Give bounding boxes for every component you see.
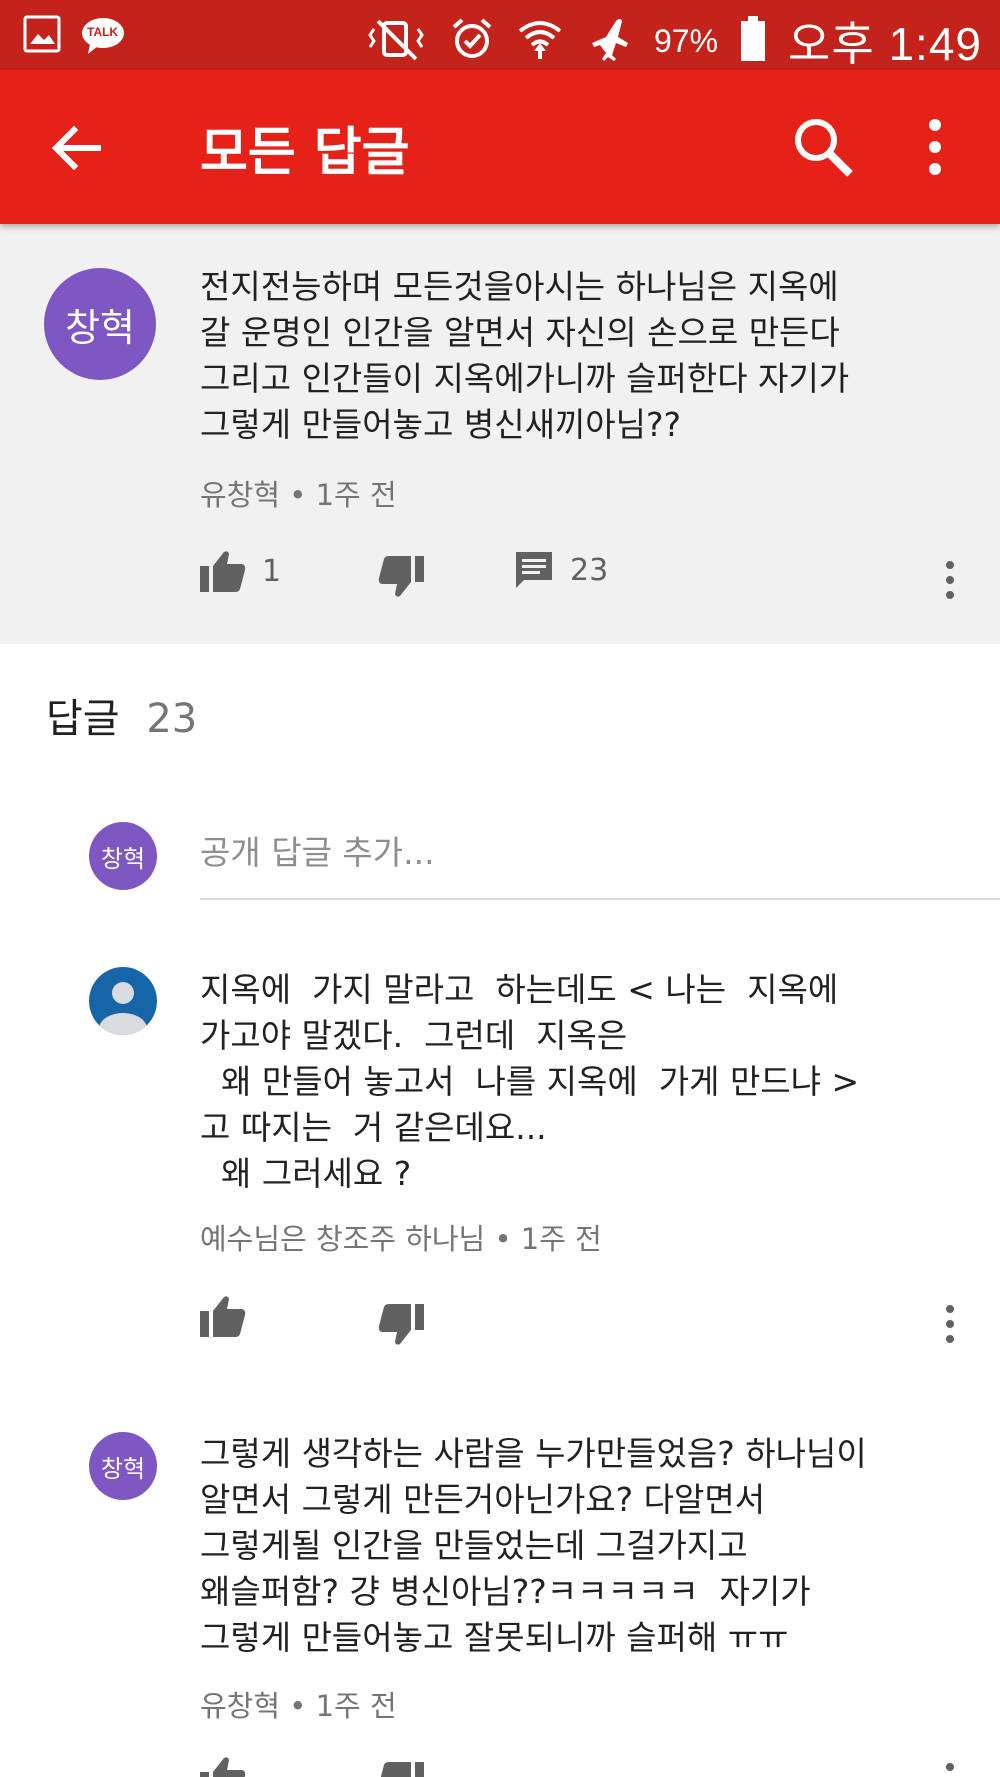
thumbs-down-icon xyxy=(378,1304,424,1345)
app-bar: 모든 답글 xyxy=(0,70,1000,224)
dislike-button[interactable] xyxy=(378,1304,424,1346)
dislike-button[interactable] xyxy=(378,1762,424,1777)
gallery-icon xyxy=(22,14,62,58)
meta-separator: • xyxy=(494,1222,521,1256)
like-button[interactable] xyxy=(200,1295,246,1337)
thumbs-up-icon xyxy=(200,1296,246,1337)
airplane-icon xyxy=(586,17,632,65)
alarm-icon xyxy=(450,17,494,65)
reply-count: 23 xyxy=(570,552,609,588)
like-button[interactable]: 1 xyxy=(200,550,281,592)
avatar: 창혁 xyxy=(89,822,157,890)
comment-text: 전지전능하며 모든것을아시는 하나님은 지옥에 갈 운명인 인간을 알면서 자신… xyxy=(200,267,850,444)
reply-text: 그렇게 생각하는 사람을 누가만들었음? 하나님이 알면서 그렇게 만든거아닌가… xyxy=(200,1434,867,1657)
reply-author[interactable]: 예수님은 창조주 하나님 xyxy=(200,1222,485,1256)
thumbs-up-icon xyxy=(200,1757,246,1777)
reply-time: 1주 전 xyxy=(520,1222,602,1256)
like-count: 1 xyxy=(262,553,282,589)
battery-percent: 97% xyxy=(654,22,719,59)
vibrate-off-icon xyxy=(364,17,428,65)
reply-time: 1주 전 xyxy=(315,1689,397,1723)
comment-icon xyxy=(516,552,552,588)
comment-meta: 유창혁 • 1주 전 xyxy=(200,472,397,514)
reply-input[interactable]: 공개 답글 추가... xyxy=(200,826,435,874)
default-user-avatar-icon[interactable] xyxy=(89,967,157,1035)
reply-meta: 예수님은 창조주 하나님 • 1주 전 xyxy=(200,1216,602,1258)
reply-more-icon[interactable] xyxy=(940,1762,960,1777)
status-bar-left: TALK xyxy=(22,14,126,58)
kakaotalk-label: TALK xyxy=(87,25,119,39)
more-options-icon[interactable] xyxy=(910,114,960,180)
reply-more-icon[interactable] xyxy=(940,1304,960,1354)
avatar[interactable]: 창혁 xyxy=(89,1432,157,1500)
thumbs-up-icon xyxy=(200,551,246,592)
comment-more-icon[interactable] xyxy=(940,560,960,610)
status-bar-right: 97% 오후 1:49 xyxy=(364,8,982,74)
replies-label: 답글 xyxy=(46,696,120,742)
search-icon[interactable] xyxy=(790,114,856,180)
reply-count-button[interactable]: 23 xyxy=(514,550,608,590)
dislike-button[interactable] xyxy=(378,556,424,598)
like-button[interactable] xyxy=(200,1756,246,1777)
meta-separator: • xyxy=(289,478,316,512)
parent-comment: 창혁 전지전능하며 모든것을아시는 하나님은 지옥에 갈 운명인 인간을 알면서… xyxy=(0,224,1000,644)
reply-meta: 유창혁 • 1주 전 xyxy=(200,1683,397,1725)
comment-author[interactable]: 유창혁 xyxy=(200,478,280,512)
kakaotalk-icon: TALK xyxy=(80,16,126,56)
reply-author[interactable]: 유창혁 xyxy=(200,1689,280,1723)
thumbs-down-icon xyxy=(380,1762,424,1777)
avatar[interactable]: 창혁 xyxy=(44,268,156,380)
back-arrow-icon[interactable] xyxy=(48,118,108,178)
reply-text: 지옥에 가지 말라고 하는데도 < 나는 지옥에 가고야 말겠다. 그런데 지옥… xyxy=(200,970,860,1193)
wifi-icon xyxy=(516,17,564,65)
replies-header: 답글 23 xyxy=(46,686,197,744)
comment-time: 1주 전 xyxy=(315,478,397,512)
battery-icon xyxy=(740,16,766,66)
meta-separator: • xyxy=(289,1689,316,1723)
page-title: 모든 답글 xyxy=(200,123,410,183)
reply-input-underline xyxy=(200,898,1000,900)
replies-count: 23 xyxy=(146,696,198,742)
status-bar: TALK 97% 오후 1:49 xyxy=(0,0,1000,70)
thumbs-down-icon xyxy=(378,556,424,597)
clock-time: 오후 1:49 xyxy=(788,18,982,70)
